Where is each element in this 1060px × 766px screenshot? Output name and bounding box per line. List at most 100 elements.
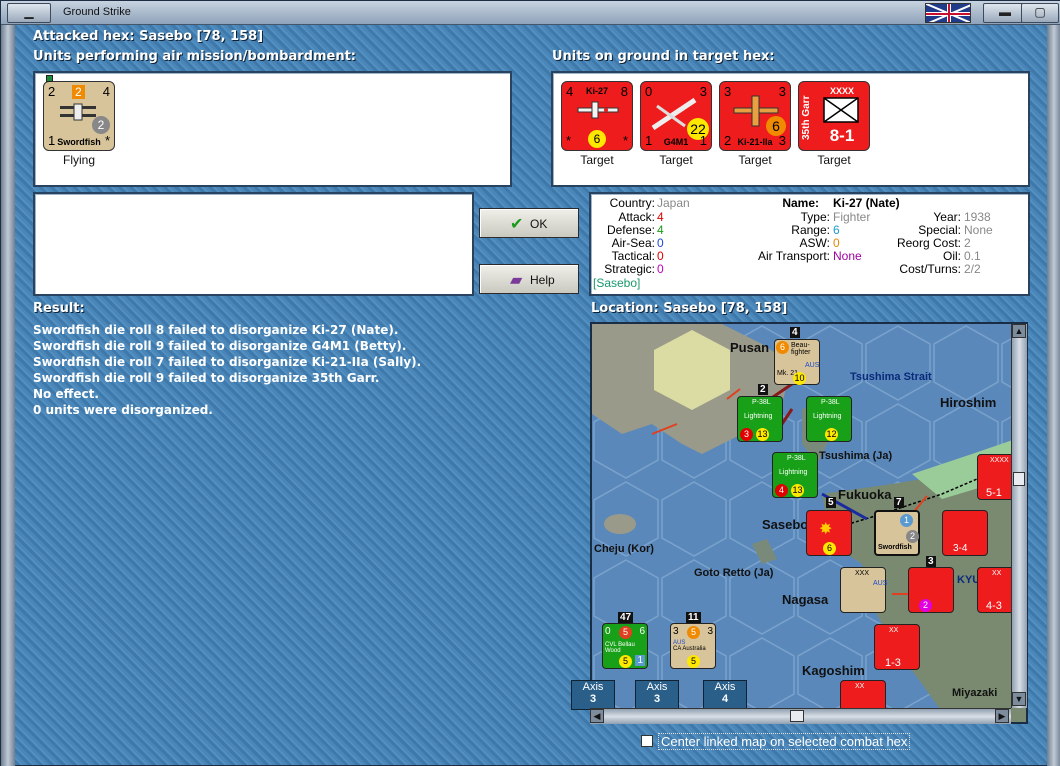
unit-info-panel: Country: Japan Attack: 4 Defense: 4 Air-… [589, 192, 1030, 296]
oil-label: Oil: [943, 249, 961, 263]
book-icon: ▰ [510, 272, 523, 289]
name-label: Name: [782, 196, 819, 210]
map-counter-infantry-a[interactable]: 3-4 [942, 510, 988, 556]
minimize-button[interactable]: ▁ [7, 3, 51, 23]
map-label-tsushima-strait: Tsushima Strait [850, 371, 932, 383]
tactical-label: Tactical: [611, 249, 655, 263]
counter-defense: 6 [588, 130, 606, 148]
stack-count: 2 [758, 384, 768, 395]
special-label: Special: [918, 223, 961, 237]
range-label: Range: [791, 223, 830, 237]
airsea-label: Air-Sea: [611, 236, 655, 250]
map-label-nagasaki: Nagasa [782, 592, 829, 607]
counter-size: XXX [855, 570, 870, 577]
name-value: Ki-27 (Nate) [833, 196, 900, 210]
horizontal-scroll-thumb[interactable] [790, 710, 804, 722]
ok-button[interactable]: ✔ OK [479, 208, 579, 238]
counter-value: 2 [919, 599, 932, 612]
counter-name: CA Australia [673, 646, 706, 652]
country-value: Japan [657, 196, 690, 210]
result-line: Swordfish die roll 7 failed to disorgani… [33, 355, 422, 369]
help-button[interactable]: ▰ Help [479, 264, 579, 294]
map-counter-cvl-bellau-wood[interactable]: 0 5 6 CVL Bellau Wood 5 1 [602, 623, 648, 669]
counter-value: 1 [635, 655, 645, 666]
result-heading: Result: [33, 301, 85, 316]
counter-flag: * [622, 133, 628, 148]
scroll-up-icon[interactable]: ▲ [1012, 324, 1026, 338]
tactical-value: 0 [657, 249, 664, 263]
ki21-counter[interactable]: 3 3 6 2 Ki-21-IIa 3 [719, 81, 791, 151]
garrison-status: Target [817, 153, 851, 167]
map-label-tsushima: Tsushima (Ja) [819, 450, 893, 462]
garrison-counter[interactable]: 35th Garr XXXX 8-1 [798, 81, 870, 151]
map-label-fukuoka: Fukuoka [838, 487, 892, 502]
map-counter-swordfish[interactable]: 1 2 Swordfish [874, 510, 920, 556]
counter-range: 3 [699, 84, 707, 99]
map-counter-p38-b[interactable]: P-38L Lightning 12 [806, 396, 852, 442]
counter-name: 35th Garr [801, 95, 812, 141]
counter-strength: 4-3 [986, 600, 1002, 612]
map-counter-infantry-b[interactable]: 2 [908, 567, 954, 613]
counter-strength: 3-4 [953, 543, 968, 554]
counter-value: 6 [639, 626, 645, 637]
map-counter-ca-australia[interactable]: 3 5 3 AUS CA Australia 5 [670, 623, 716, 669]
counter-value: 13 [791, 484, 804, 497]
counter-size: XXXX [990, 457, 1009, 464]
maximize-icon: ▢ [1034, 5, 1046, 19]
ground-strike-window: ▁ Ground Strike ▬ ▢ Attacked hex: Sasebo… [0, 0, 1060, 766]
map-location-heading: Location: Sasebo [78, 158] [591, 301, 788, 316]
cost-label: Cost/Turns: [899, 262, 961, 276]
ki21-status: Target [738, 153, 772, 167]
map-label-pusan: Pusan [730, 340, 770, 355]
stack-count: 3 [926, 556, 936, 567]
scroll-left-icon[interactable]: ◀ [590, 709, 604, 723]
counter-name: CVL Bellau Wood [605, 642, 635, 654]
center-map-checkbox-label[interactable]: Center linked map on selected combat hex [658, 733, 911, 750]
map-horizontal-scrollbar[interactable]: ◀ ▶ [590, 708, 1011, 724]
air-units-heading: Units performing air mission/bombardment… [33, 49, 357, 64]
map-counter-allied-corps[interactable]: XXX AUS [840, 567, 887, 613]
counter-size: XX [992, 570, 1002, 577]
explosion-icon: ✸ [819, 521, 833, 538]
counter-range: 8 [620, 84, 628, 99]
scroll-right-icon[interactable]: ▶ [995, 709, 1009, 723]
map-counter-beaufighter[interactable]: 6 Beau-fighter Mk. 21 10 AUS [774, 339, 820, 385]
counter-size: XX [855, 683, 865, 690]
maximize-button[interactable]: ▢ [1021, 3, 1059, 23]
stack-count: 5 [826, 497, 836, 508]
ki27-counter[interactable]: 4 Ki-27 8 * 6 * [561, 81, 633, 151]
map-counter-infantry-d[interactable]: XX 1-3 [874, 624, 920, 670]
map-counter-p38-a[interactable]: P-38L Lightning 3 13 [737, 396, 783, 442]
linked-map[interactable]: Pusan Tsushima Strait Hiroshim Tsushima … [590, 322, 1028, 724]
map-label-hiroshima: Hiroshim [940, 395, 997, 410]
result-line: No effect. [33, 387, 99, 401]
counter-nation: AUS [805, 362, 820, 369]
axis-tab-2[interactable]: Axis 3 [635, 680, 679, 710]
vertical-scroll-thumb[interactable] [1013, 472, 1025, 486]
axis-tab-1[interactable]: Axis 3 [571, 680, 615, 710]
counter-strength: 8-1 [829, 126, 855, 145]
empty-detail-panel [33, 192, 474, 296]
scroll-down-icon[interactable]: ▼ [1012, 692, 1026, 706]
g4m1-status: Target [659, 153, 693, 167]
map-counter-p38-c[interactable]: P-38L Lightning 4 13 [772, 452, 818, 498]
restore-icon: ▬ [999, 5, 1011, 19]
counter-value: 10 [793, 372, 806, 385]
counter-name: Lightning [813, 413, 842, 420]
axis-tab-3[interactable]: Axis 4 [703, 680, 747, 710]
counter-value: 5 [619, 655, 632, 668]
map-counter-target-stack[interactable]: ✸ 6 [806, 510, 852, 556]
attack-value: 4 [657, 210, 664, 224]
counter-flag: 3 [778, 133, 786, 148]
counter-value: 3 [740, 428, 753, 441]
g4m1-counter[interactable]: 0 3 22 1 G4M1 1 [640, 81, 712, 151]
swordfish-counter[interactable]: 2 2 4 2 1 Swordfish * [43, 75, 115, 151]
center-map-checkbox[interactable] [641, 735, 653, 747]
airsea-value: 0 [657, 236, 664, 250]
air-transport-value: None [833, 249, 862, 263]
counter-size: XXXX [829, 86, 854, 96]
axis-tab-number: 3 [589, 693, 597, 705]
map-vertical-scrollbar[interactable]: ▲ ▼ [1011, 324, 1027, 708]
special-value: None [964, 223, 993, 237]
counter-name: Lightning [779, 469, 808, 476]
